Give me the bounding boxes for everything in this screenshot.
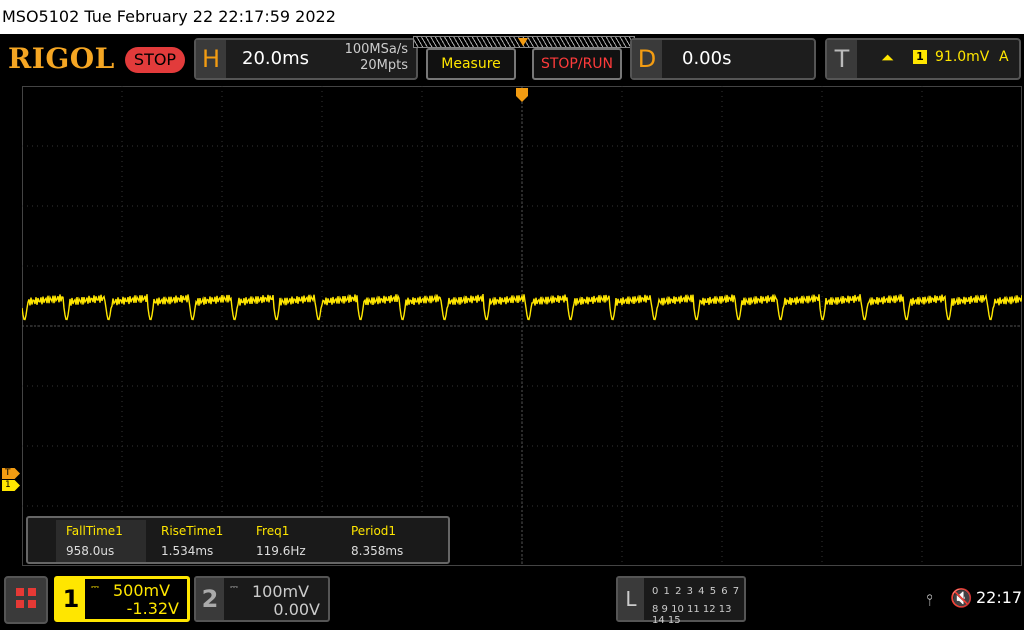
channel1-scale: 500mV [113,581,171,600]
graticule [22,86,1022,566]
timebase-value: 20.0ms [242,48,309,69]
measurement-panel: FallTime1 958.0us RiseTime1 1.534ms Freq… [26,516,450,564]
measurement-label: Freq1 [256,524,290,538]
menu-grid-icon [16,588,24,596]
run-status-badge[interactable]: STOP [125,47,185,73]
trigger-panel[interactable]: T ⏶ 1 91.0mV A [825,38,1021,80]
title-bar: MSO5102 Tue February 22 22:17:59 2022 [0,0,1024,34]
trigger-level-marker[interactable]: T [2,468,20,479]
logic-channels-row1: 0 1 2 3 4 5 6 7 [652,586,741,597]
measurement-freq[interactable]: Freq1 119.6Hz [256,524,306,558]
dc-coupling-icon: ⎓ [91,582,99,593]
horizontal-letter: H [196,40,226,78]
memory-depth: 20Mpts [360,58,408,73]
dc-coupling-icon: ⎓ [230,582,238,593]
measurement-value: 958.0us [66,544,115,558]
measurement-label: Period1 [351,524,397,538]
channel2-box[interactable]: 2 ⎓ 100mV 0.00V [194,576,330,622]
measurement-label: RiseTime1 [161,524,224,538]
menu-grid-icon [28,588,36,596]
trigger-mode: A [999,49,1009,65]
channel1-number: 1 [57,579,85,619]
trigger-letter: T [827,40,857,78]
stop-run-button[interactable]: STOP/RUN [532,48,622,80]
waveform-display[interactable] [22,86,1022,566]
bottom-bar: 1 ⎓ 500mV -1.32V 2 ⎓ 100mV 0.00V L 0 1 2… [0,572,1024,630]
rising-edge-icon: ⏶ [881,48,894,67]
sample-rate: 100MSa/s [344,42,408,57]
logic-channels-row2: 8 9 10 11 12 13 14 15 [652,604,732,626]
channel1-offset: -1.32V [126,599,179,618]
measurement-label: FallTime1 [66,524,123,538]
measurement-falltime[interactable]: FallTime1 958.0us [66,524,123,558]
delay-value: 0.00s [682,48,732,69]
trigger-position-marker-icon [518,38,528,46]
main-menu-button[interactable] [4,576,48,624]
delay-letter: D [632,40,662,78]
measure-button[interactable]: Measure [426,48,516,80]
delay-panel[interactable]: D 0.00s [630,38,816,80]
title-text: MSO5102 Tue February 22 22:17:59 2022 [2,7,336,26]
usb-icon: ⫯ [926,590,933,609]
measurement-value: 1.534ms [161,544,214,558]
header-bar: RIGOL STOP H 20.0ms 100MSa/s 20Mpts Meas… [0,34,1024,84]
measurement-value: 119.6Hz [256,544,306,558]
measurement-value: 8.358ms [351,544,404,558]
horizontal-panel[interactable]: H 20.0ms 100MSa/s 20Mpts [194,38,418,80]
channel2-offset: 0.00V [273,600,320,619]
speaker-mute-icon[interactable]: 🔇 [950,588,972,609]
status-clock: 22:17 [976,588,1023,607]
menu-grid-icon [28,600,36,608]
trigger-time-marker-icon [516,88,528,102]
logic-analyzer-box[interactable]: L 0 1 2 3 4 5 6 7 8 9 10 11 12 13 14 15 [616,576,746,626]
channel2-number: 2 [196,578,224,620]
logic-letter: L [618,578,644,620]
acquisition-info: 100MSa/s 20Mpts [345,42,408,74]
trigger-source: 1 [913,50,927,64]
channel2-scale: 100mV [252,582,310,601]
measurement-risetime[interactable]: RiseTime1 1.534ms [161,524,223,558]
measurement-period[interactable]: Period1 8.358ms [351,524,403,558]
rigol-logo: RIGOL [8,42,115,75]
channel1-offset-marker[interactable]: 1 [2,480,20,491]
trigger-level: 91.0mV [935,49,990,65]
channel1-box[interactable]: 1 ⎓ 500mV -1.32V [54,576,190,622]
menu-grid-icon [16,600,24,608]
